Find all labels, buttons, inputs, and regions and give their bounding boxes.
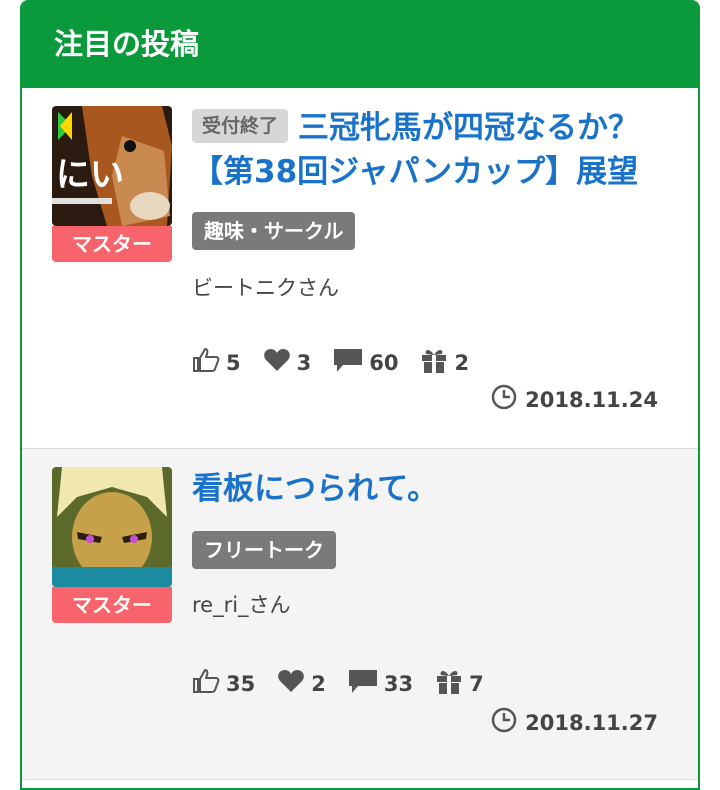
likes-count: 35 xyxy=(226,671,256,696)
character-avatar-image xyxy=(52,467,172,587)
likes-stat: 5 xyxy=(192,347,241,378)
rank-badge: マスター xyxy=(52,226,172,262)
hearts-count: 3 xyxy=(296,350,312,375)
clock-icon xyxy=(491,707,525,738)
post-item[interactable]: にい マスター 受付終了 三冠牝馬が四冠なるか？【第38回ジャパンカップ】展望 趣… xyxy=(22,88,698,449)
avatar[interactable]: にい xyxy=(52,106,172,226)
comments-count: 60 xyxy=(369,350,399,375)
post-date: 2018.11.27 xyxy=(491,707,658,738)
panel-title: 注目の投稿 xyxy=(22,0,698,88)
post-item[interactable]: マスター 看板につられて。 フリートーク re_ri_さん 35 2 33 7 … xyxy=(22,449,698,780)
gifts-stat: 2 xyxy=(420,346,469,379)
post-stats: 35 2 33 7 xyxy=(192,667,506,700)
author-name: ビートニクさん xyxy=(192,276,339,300)
gift-icon xyxy=(420,346,454,379)
likes-count: 5 xyxy=(226,350,241,375)
clock-icon xyxy=(491,384,525,415)
category-tag[interactable]: フリートーク xyxy=(192,531,336,569)
closed-badge: 受付終了 xyxy=(192,109,289,143)
avatar[interactable] xyxy=(52,467,172,587)
gifts-count: 2 xyxy=(454,350,470,375)
hearts-stat: 2 xyxy=(277,669,326,698)
rank-badge: マスター xyxy=(52,587,172,623)
featured-posts-panel: 注目の投稿 にい マスター 受付終了 三冠牝馬が四冠なるか？【第38回ジャパンカッ… xyxy=(20,0,700,790)
heart-icon xyxy=(277,669,311,698)
author-name: re_ri_さん xyxy=(192,593,291,617)
comments-count: 33 xyxy=(383,671,414,696)
gift-icon xyxy=(435,667,469,700)
comments-stat: 60 xyxy=(333,347,398,378)
thumbs-up-icon xyxy=(192,668,226,699)
comment-icon xyxy=(348,668,384,699)
thumbs-up-icon xyxy=(192,347,226,378)
gifts-stat: 7 xyxy=(435,667,484,700)
post-date: 2018.11.24 xyxy=(491,384,658,415)
horse-avatar-image: にい xyxy=(52,106,172,226)
date-text: 2018.11.24 xyxy=(525,387,658,412)
likes-stat: 35 xyxy=(192,668,255,699)
date-text: 2018.11.27 xyxy=(525,710,658,735)
hearts-stat: 3 xyxy=(263,348,312,377)
comment-icon xyxy=(333,347,369,378)
hearts-count: 2 xyxy=(311,671,326,696)
gifts-count: 7 xyxy=(469,671,484,696)
heart-icon xyxy=(263,348,297,377)
avatar-caption: にい xyxy=(56,155,124,195)
category-tag[interactable]: 趣味・サークル xyxy=(192,212,356,250)
post-stats: 5 3 60 2 xyxy=(192,346,491,379)
comments-stat: 33 xyxy=(348,668,413,699)
post-title-link[interactable]: 看板につられて。 xyxy=(192,471,438,507)
